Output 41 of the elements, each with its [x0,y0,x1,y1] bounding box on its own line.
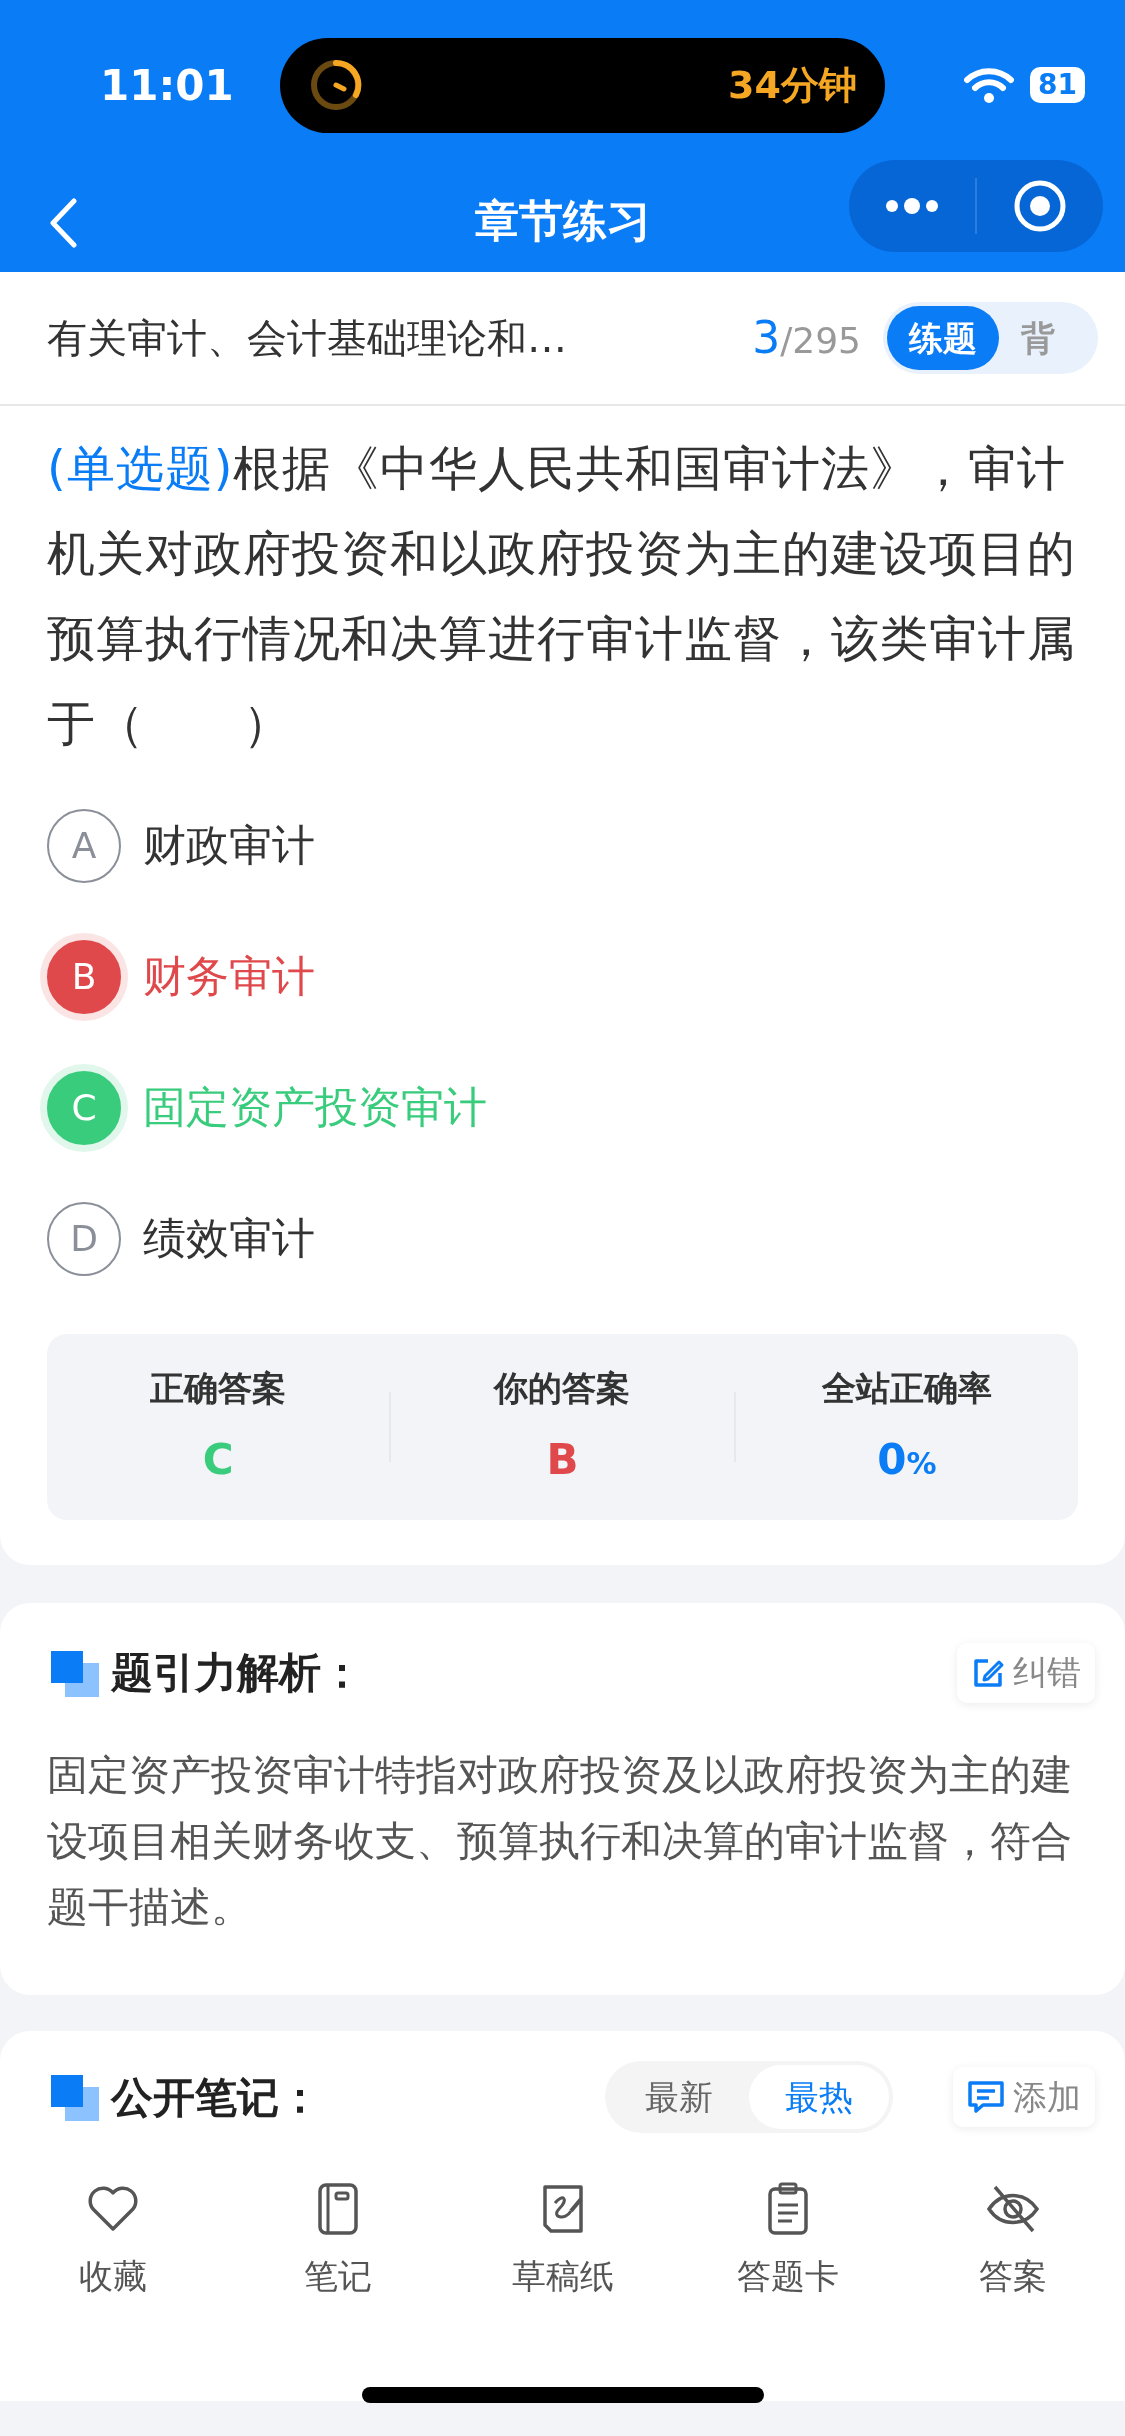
summary-label: 正确答案 [149,1367,288,1410]
battery-level: 81 [1030,67,1085,103]
total-count: /295 [780,319,861,363]
toolbar-button[interactable]: 笔记 [225,2161,450,2322]
option-letter[interactable]: A [47,808,121,883]
summary-value: 0% [876,1434,938,1486]
back-icon[interactable] [48,198,78,248]
option-text[interactable]: 固定资产投资审计 [143,1075,487,1140]
option-text[interactable]: 财务审计 [143,944,315,1009]
wifi-icon [964,66,1015,104]
comment-icon [967,2080,1005,2114]
add-note-button[interactable]: 添加 [953,2067,1095,2127]
section-title: 题引力解析： [111,1647,363,1699]
timer-text: 34分钟 [728,61,857,109]
summary-label: 你的答案 [492,1367,632,1410]
chapter-title: 有关审计、会计基础理论和… [47,314,567,363]
more-icon[interactable] [884,196,940,216]
toolbar-button[interactable]: 答题卡 [675,2161,900,2322]
page-title: 章节练习 [474,194,651,248]
section-title: 公开笔记： [111,2071,321,2124]
current-number: 3 [752,311,781,365]
mode-tab[interactable]: 练题 [887,306,999,370]
toolbar-button[interactable]: 草稿纸 [450,2161,675,2322]
summary-value: C [201,1434,235,1486]
analysis-text: 固定资产投资审计特指对政府投资及以政府投资为主的建设项目相关财务收支、预算执行和决算的审计监督，符合题干描述。 [47,1750,1073,1933]
option-letter[interactable]: B [47,939,121,1014]
toolbar-button[interactable]: 收藏 [0,2161,225,2322]
option-text[interactable]: 财政审计 [143,813,315,878]
status-time: 11:01 [100,59,235,112]
summary-label: 全站正确率 [820,1367,993,1410]
question-text: (单选题)根据《中华人民共和国审计法》，审计机关对政府投资和以政府投资为主的建设项目的预算执行情况和决算进行审计监督，该类审计属于（ ） [47,439,1077,753]
mode-tab[interactable]: 背 [999,306,1077,370]
timer-icon [308,57,364,113]
sort-tab[interactable]: 最热 [749,2065,889,2129]
sort-tab[interactable]: 最新 [609,2065,749,2129]
toolbar-button[interactable]: 答案 [900,2161,1125,2322]
option-letter[interactable]: D [47,1201,121,1276]
report-error-button[interactable]: 纠错 [957,1642,1095,1703]
option-letter[interactable]: C [47,1070,121,1145]
option-text[interactable]: 绩效审计 [143,1206,315,1271]
summary-value: B [545,1434,580,1486]
